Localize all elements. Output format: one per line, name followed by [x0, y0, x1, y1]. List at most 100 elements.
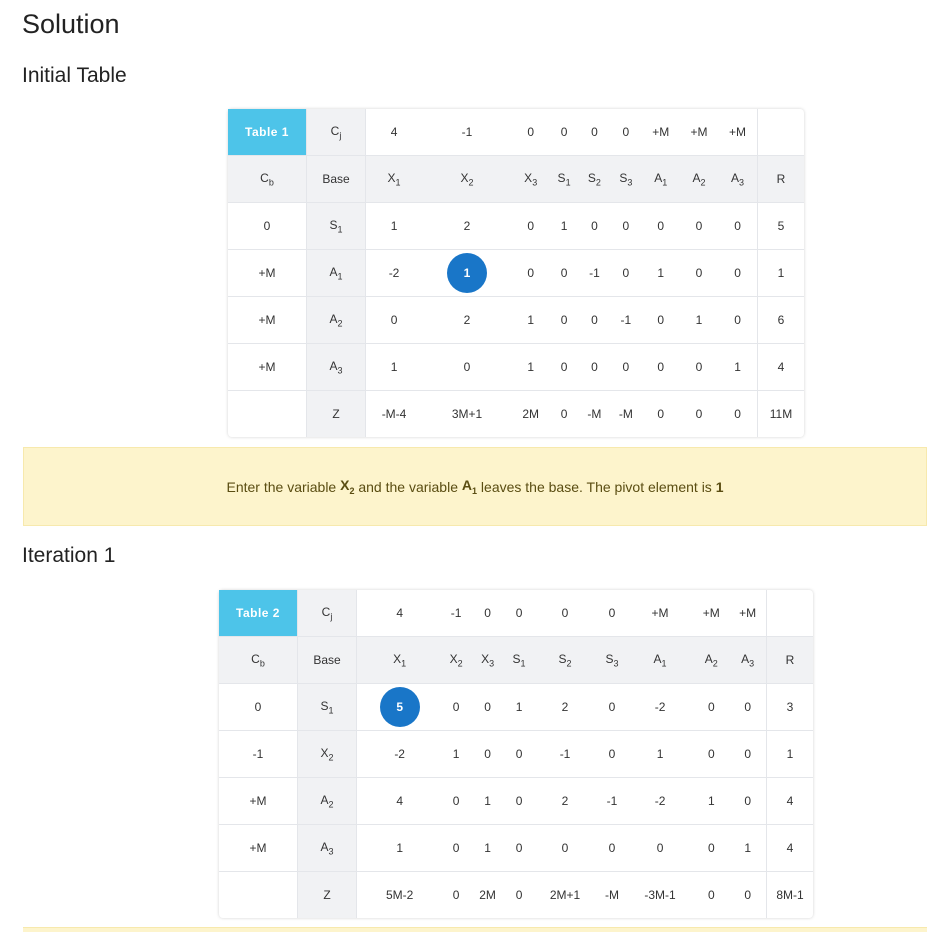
r-value: 1: [757, 249, 804, 297]
z-r-value: 11M: [757, 390, 804, 437]
z-value: 2M: [479, 888, 496, 902]
cell-value: 0: [610, 343, 642, 391]
cell-value: 2: [532, 777, 598, 825]
cell-value: 5: [356, 683, 443, 731]
notice-text-1: Enter the variable: [226, 478, 337, 495]
notice-text-2: and the variable: [358, 478, 458, 495]
cj-row: Table 1 Cj 4 -1 0 0 0 0 +M +M +M: [228, 109, 804, 156]
z-value: 2M+1: [549, 888, 581, 902]
cj-label: Cj: [306, 109, 366, 156]
r-header: R: [766, 636, 813, 684]
cell-value: 0: [718, 249, 758, 297]
cell-value: 0: [422, 343, 512, 391]
cell-value: -1: [532, 730, 598, 778]
column-header: X2: [442, 636, 470, 684]
cell-value: 0: [578, 343, 611, 391]
cell-value: 0: [597, 730, 627, 778]
notice-text-3: leaves the base. The pivot element is: [480, 478, 712, 495]
table-row: +M A2 0 2 1 0 0 -1 0 1 0 6: [228, 296, 804, 344]
cb-value: +M: [219, 824, 298, 872]
cell-value: 1: [442, 730, 470, 778]
cell-value: 0: [597, 683, 627, 731]
column-header: A3: [729, 636, 767, 684]
solution-title: Solution: [22, 9, 120, 39]
table-row: +M A3 1 0 1 0 0 0 0 0 1 4: [219, 824, 813, 872]
table-row: +M A1 -2 1 0 0 -1 0 1 0 0 1: [228, 249, 804, 297]
r-value: 6: [757, 296, 804, 344]
cb-header: Cb: [228, 155, 307, 203]
cell-value: 0: [442, 777, 470, 825]
table-row: +M A3 1 0 1 0 0 0 0 0 1 4: [228, 343, 804, 391]
cell-value: -2: [626, 777, 694, 825]
z-value: 0: [734, 407, 741, 421]
cell-value: 0: [641, 343, 680, 391]
cb-value: +M: [219, 777, 298, 825]
cj-value: 0: [469, 590, 506, 637]
cell-value: 1: [422, 249, 512, 297]
cj-value: -1: [442, 590, 470, 637]
cell-value: 1: [718, 343, 758, 391]
cb-value: 0: [219, 683, 298, 731]
column-header: X1: [356, 636, 443, 684]
r-value: 4: [766, 777, 813, 825]
z-value: -M: [587, 407, 602, 421]
cell-value: -2: [365, 249, 423, 297]
cell-value: 0: [679, 202, 719, 250]
table-row: 0 S1 1 2 0 1 0 0 0 0 0 5: [228, 202, 804, 250]
cell-value: 0: [729, 683, 767, 731]
base-variable: A2: [306, 296, 366, 344]
cell-value: 0: [693, 683, 730, 731]
cb-value: -1: [219, 730, 298, 778]
z-value: -M-4: [381, 407, 407, 421]
z-value: 0: [560, 407, 568, 421]
z-value: -M: [618, 407, 633, 421]
r-header: R: [757, 155, 804, 203]
cj-value: 4: [365, 109, 423, 156]
cell-value: -2: [626, 683, 694, 731]
column-header: X3: [469, 636, 506, 684]
cell-value: 0: [469, 683, 506, 731]
cj-value: +M: [626, 590, 694, 637]
r-value: 3: [766, 683, 813, 731]
column-header: A1: [641, 155, 680, 203]
cj-value: 0: [597, 590, 627, 637]
cj-value: +M: [718, 109, 758, 156]
cj-value: +M: [679, 109, 719, 156]
cell-value: 4: [356, 777, 443, 825]
base-variable: S1: [306, 202, 366, 250]
cell-value: 1: [641, 249, 680, 297]
cell-value: 0: [679, 343, 719, 391]
z-value: 0: [744, 888, 751, 902]
cell-value: 2: [532, 683, 598, 731]
cell-value: 1: [511, 343, 550, 391]
cell-value: 0: [549, 296, 579, 344]
iteration-1-title: Iteration 1: [22, 544, 116, 567]
column-header: S1: [505, 636, 533, 684]
z-label: Z: [306, 390, 366, 437]
cj-value: 0: [511, 109, 550, 156]
cell-value: 0: [511, 202, 550, 250]
column-header: S2: [578, 155, 611, 203]
cj-value: 0: [532, 590, 598, 637]
cell-value: 0: [505, 824, 533, 872]
pivot-value: 1: [715, 478, 724, 495]
pivot-element: 5: [379, 687, 420, 727]
column-header: A1: [626, 636, 694, 684]
cb-value: +M: [228, 249, 307, 297]
cell-value: 1: [729, 824, 767, 872]
column-header: S3: [610, 155, 642, 203]
column-header: X3: [511, 155, 550, 203]
initial-table-title: Initial Table: [22, 64, 127, 87]
leaving-variable: A1: [461, 477, 478, 496]
cell-value: 0: [610, 249, 642, 297]
cj-value: +M: [693, 590, 730, 637]
pivot-element: 1: [447, 253, 487, 293]
z-value: 0: [695, 407, 703, 421]
simplex-table-2: Table 2 Cj 4 -1 0 0 0 0 +M +M +M Cb Base X1 X2 X3 S1 S2 S3…: [219, 590, 813, 918]
cell-value: 1: [505, 683, 533, 731]
cell-value: 1: [356, 824, 443, 872]
cj-value: 0: [610, 109, 642, 156]
z-row: Z -M-4 3M+1 2M 0 -M -M 0 0 0 11M: [228, 390, 804, 437]
cb-header: Cb: [219, 636, 298, 684]
cell-value: 1: [469, 777, 506, 825]
